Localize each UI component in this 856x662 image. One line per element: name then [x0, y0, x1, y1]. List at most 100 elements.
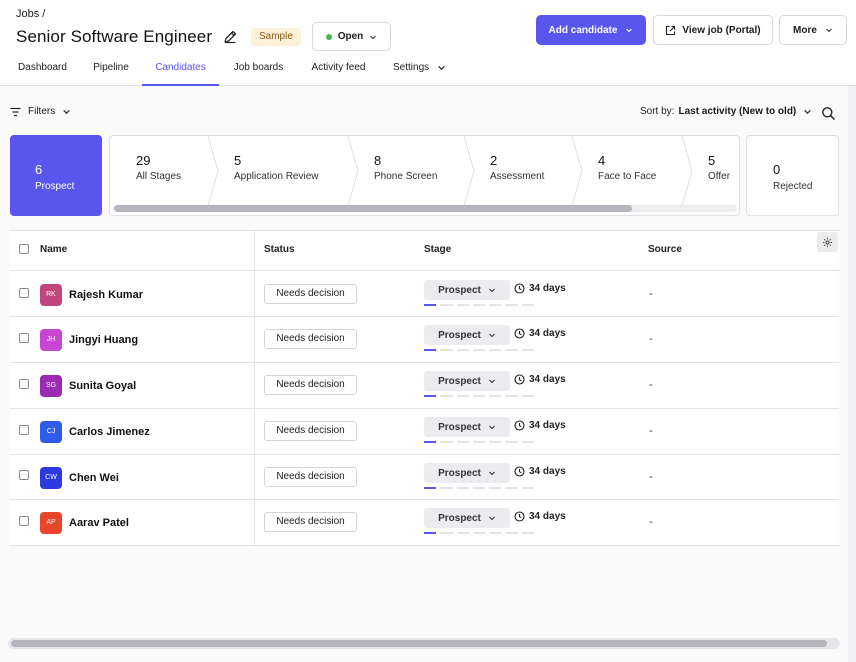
- tab-dashboard[interactable]: Dashboard: [16, 52, 69, 86]
- stage-dropdown[interactable]: Prospect: [424, 508, 510, 528]
- tab-candidates[interactable]: Candidates: [142, 52, 219, 86]
- column-name[interactable]: Name: [40, 244, 67, 255]
- stage-assessment[interactable]: 2 Assessment: [490, 153, 544, 182]
- column-stage[interactable]: Stage: [424, 244, 451, 255]
- row-checkbox[interactable]: [19, 288, 29, 298]
- chevron-down-icon: [826, 28, 832, 33]
- scrollbar-thumb[interactable]: [114, 205, 632, 212]
- row-checkbox[interactable]: [19, 379, 29, 389]
- candidate-name[interactable]: Chen Wei: [69, 472, 119, 484]
- stage-dropdown-label: Prospect: [438, 467, 481, 479]
- tab-settings[interactable]: Settings: [393, 52, 451, 86]
- clock-icon: [514, 466, 525, 477]
- stage-label: Prospect: [35, 181, 75, 192]
- candidate-name[interactable]: Aarav Patel: [69, 517, 129, 529]
- avatar: JH: [40, 329, 62, 351]
- clock-icon: [514, 511, 525, 522]
- table-row[interactable]: JH Jingyi Huang Needs decision Prospect …: [10, 317, 839, 363]
- table-row[interactable]: RK Rajesh Kumar Needs decision Prospect …: [10, 271, 839, 317]
- stage-phone-screen[interactable]: 8 Phone Screen: [374, 153, 437, 182]
- column-source[interactable]: Source: [648, 244, 682, 255]
- filters-button[interactable]: Filters: [10, 106, 71, 117]
- row-checkbox[interactable]: [19, 333, 29, 343]
- candidate-name[interactable]: Jingyi Huang: [69, 334, 138, 346]
- status-button[interactable]: Needs decision: [264, 421, 357, 441]
- days-label: 34 days: [529, 283, 566, 294]
- search-icon[interactable]: [821, 106, 836, 121]
- stage-strip-scrollbar[interactable]: [114, 205, 737, 212]
- job-status-label: Open: [337, 31, 364, 42]
- table-header: Name Status Stage Source: [10, 230, 839, 271]
- time-in-stage: 34 days: [514, 374, 566, 385]
- add-candidate-button[interactable]: Add candidate: [536, 15, 646, 45]
- view-job-portal-button[interactable]: View job (Portal): [653, 15, 773, 45]
- avatar: AP: [40, 512, 62, 534]
- row-checkbox[interactable]: [19, 425, 29, 435]
- table-settings-button[interactable]: [817, 232, 838, 252]
- days-label: 34 days: [529, 374, 566, 385]
- stage-dropdown[interactable]: Prospect: [424, 371, 510, 391]
- tab-job-boards[interactable]: Job boards: [232, 52, 285, 86]
- stage-card-prospect[interactable]: 6 Prospect: [10, 135, 102, 216]
- breadcrumb[interactable]: Jobs /: [16, 8, 45, 20]
- stage-count: 5: [234, 153, 242, 168]
- candidate-name[interactable]: Rajesh Kumar: [69, 289, 143, 301]
- days-label: 34 days: [529, 466, 566, 477]
- sort-prefix: Sort by:: [640, 106, 675, 117]
- stage-label: Assessment: [490, 171, 545, 182]
- stage-separator: [681, 136, 693, 206]
- status-button[interactable]: Needs decision: [264, 329, 357, 349]
- clock-icon: [514, 328, 525, 339]
- table-row[interactable]: SG Sunita Goyal Needs decision Prospect …: [10, 363, 839, 409]
- more-button[interactable]: More: [779, 15, 847, 45]
- stage-progress: [424, 395, 534, 398]
- job-status-dropdown[interactable]: Open: [312, 22, 391, 51]
- stage-dropdown[interactable]: Prospect: [424, 417, 510, 437]
- stage-card-rejected[interactable]: 0 Rejected: [746, 135, 839, 216]
- scrollbar-thumb[interactable]: [11, 640, 827, 647]
- stage-dropdown-label: Prospect: [438, 284, 481, 296]
- chevron-down-icon: [370, 35, 377, 39]
- stage-all-stages[interactable]: 29 All Stages: [136, 153, 181, 182]
- status-button[interactable]: Needs decision: [264, 467, 357, 487]
- stage-dropdown[interactable]: Prospect: [424, 280, 510, 300]
- days-label: 34 days: [529, 420, 566, 431]
- select-all-checkbox[interactable]: [19, 244, 29, 254]
- avatar: CW: [40, 467, 62, 489]
- stage-face-to-face[interactable]: 4 Face to Face: [598, 153, 656, 182]
- row-checkbox[interactable]: [19, 516, 29, 526]
- pencil-icon[interactable]: [222, 29, 238, 45]
- stage-dropdown[interactable]: Prospect: [424, 325, 510, 345]
- sort-dropdown[interactable]: Sort by: Last activity (New to old): [640, 106, 812, 117]
- stage-count: 4: [598, 153, 606, 168]
- candidate-name[interactable]: Sunita Goyal: [69, 380, 136, 392]
- candidate-name[interactable]: Carlos Jimenez: [69, 426, 150, 438]
- source-value: -: [649, 333, 653, 345]
- status-button[interactable]: Needs decision: [264, 375, 357, 395]
- column-status[interactable]: Status: [264, 244, 295, 255]
- chevron-down-icon: [489, 425, 495, 430]
- tab-pipeline[interactable]: Pipeline: [92, 52, 130, 86]
- row-checkbox[interactable]: [19, 470, 29, 480]
- table-row[interactable]: CJ Carlos Jimenez Needs decision Prospec…: [10, 409, 839, 455]
- stage-dropdown[interactable]: Prospect: [424, 463, 510, 483]
- tab-activity-feed[interactable]: Activity feed: [309, 52, 368, 86]
- view-job-label: View job (Portal): [682, 24, 761, 36]
- clock-icon: [514, 420, 525, 431]
- stage-offer[interactable]: 5 Offer: [708, 153, 730, 182]
- status-button[interactable]: Needs decision: [264, 512, 357, 532]
- table-row[interactable]: AP Aarav Patel Needs decision Prospect 3…: [10, 500, 839, 546]
- table-row[interactable]: CW Chen Wei Needs decision Prospect 34 d…: [10, 454, 839, 500]
- add-candidate-label: Add candidate: [548, 24, 618, 36]
- time-in-stage: 34 days: [514, 283, 566, 294]
- source-value: -: [649, 471, 653, 483]
- stage-separator: [571, 136, 583, 206]
- stage-application-review[interactable]: 5 Application Review: [234, 153, 319, 182]
- horizontal-scrollbar[interactable]: [8, 638, 840, 649]
- avatar: CJ: [40, 421, 62, 443]
- time-in-stage: 34 days: [514, 511, 566, 522]
- status-button[interactable]: Needs decision: [264, 284, 357, 304]
- stage-separator: [463, 136, 475, 206]
- stage-count: 29: [136, 153, 151, 168]
- vertical-scrollbar[interactable]: [848, 86, 856, 662]
